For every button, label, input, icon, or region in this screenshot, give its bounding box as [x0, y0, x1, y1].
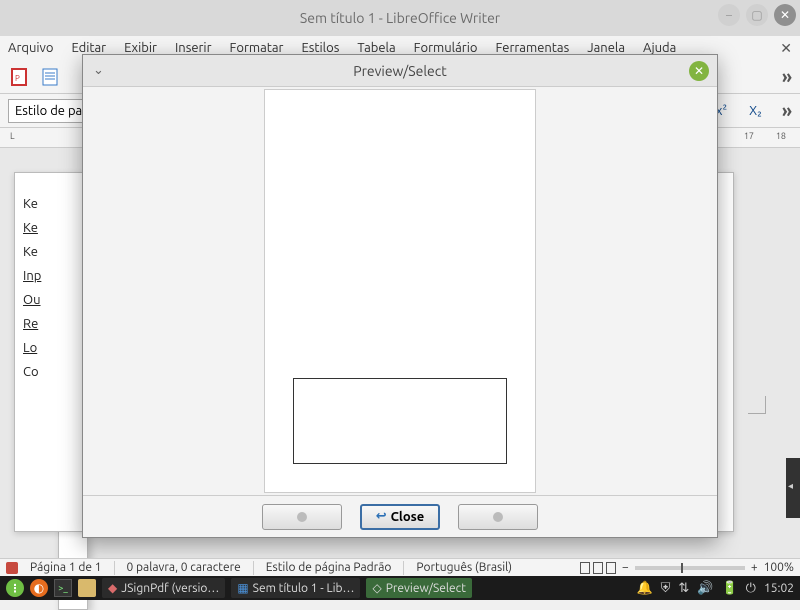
menu-form[interactable]: Formulário: [414, 41, 478, 55]
taskbar-label: Sem título 1 - Lib…: [253, 582, 355, 595]
status-page[interactable]: Página 1 de 1: [30, 561, 102, 574]
zoom-slider[interactable]: [635, 566, 745, 570]
window-titlebar: Sem título 1 - LibreOffice Writer – ▢ ✕: [0, 0, 800, 36]
writer-icon: ▦: [237, 581, 248, 595]
toolbar-overflow-icon[interactable]: »: [782, 67, 792, 87]
dialog-collapse-icon[interactable]: ⌄: [93, 63, 104, 78]
menu-window[interactable]: Janela: [587, 41, 625, 55]
taskbar-app-preview[interactable]: ◇ Preview/Select: [366, 578, 471, 598]
menu-view[interactable]: Exibir: [124, 41, 157, 55]
ruler-tick-18: 18: [776, 131, 786, 141]
taskbar-app-writer[interactable]: ▦ Sem título 1 - Lib…: [231, 578, 360, 598]
formatting-overflow-icon[interactable]: »: [782, 101, 792, 121]
zoom-controls: − + 100%: [580, 561, 794, 574]
save-status-icon[interactable]: [6, 562, 18, 574]
preview-select-dialog: ⌄ Preview/Select ✕ ↩ Close: [82, 54, 718, 538]
svg-text:P: P: [15, 74, 20, 83]
menu-file[interactable]: Arquivo: [8, 41, 53, 55]
minimize-button[interactable]: –: [718, 4, 740, 26]
terminal-launcher[interactable]: >_: [54, 579, 72, 597]
preview-page[interactable]: [264, 89, 536, 493]
battery-icon[interactable]: 🔋: [721, 581, 737, 596]
status-bar: Página 1 de 1 0 palavra, 0 caractere Est…: [0, 558, 800, 576]
close-arrow-icon: ↩: [376, 509, 387, 524]
subscript-button[interactable]: X₂: [749, 104, 762, 118]
signature-rectangle[interactable]: [293, 378, 507, 464]
files-launcher[interactable]: [78, 579, 96, 597]
status-page-style[interactable]: Estilo de página Padrão: [266, 561, 392, 574]
status-separator: [253, 561, 254, 575]
taskbar-label: Preview/Select: [386, 582, 466, 595]
firefox-launcher[interactable]: ◐: [30, 579, 48, 597]
window-controls: – ▢ ✕: [718, 4, 796, 26]
document-icon[interactable]: [38, 65, 62, 89]
status-separator: [114, 561, 115, 575]
network-icon[interactable]: ⇅: [678, 581, 689, 596]
close-document-icon[interactable]: ✕: [780, 40, 792, 57]
taskbar-app-jsignpdf[interactable]: ◆ JSignPdf (versio…: [102, 578, 225, 598]
page-corner-mark: [748, 396, 766, 414]
zoom-percent[interactable]: 100%: [764, 561, 794, 574]
menu-styles[interactable]: Estilos: [301, 41, 339, 55]
taskbar-label: JSignPdf (versio…: [121, 582, 219, 595]
volume-icon[interactable]: 🔊: [697, 581, 713, 596]
shield-icon[interactable]: ⛨: [661, 581, 671, 596]
zoom-out-button[interactable]: −: [622, 561, 629, 574]
menu-format[interactable]: Formatar: [230, 41, 284, 55]
window-title: Sem título 1 - LibreOffice Writer: [300, 10, 500, 26]
close-window-button[interactable]: ✕: [774, 4, 796, 26]
pdf-export-icon[interactable]: P: [8, 65, 32, 89]
ruler-left-mark: L: [10, 131, 15, 141]
power-icon[interactable]: ⏻: [746, 581, 756, 596]
system-taskbar: ⋮ ◐ >_ ◆ JSignPdf (versio… ▦ Sem título …: [0, 576, 800, 600]
dialog-footer: ↩ Close: [83, 495, 717, 537]
menu-table[interactable]: Tabela: [357, 41, 395, 55]
menu-tools[interactable]: Ferramentas: [495, 41, 569, 55]
dialog-body: [83, 87, 717, 495]
status-separator: [403, 561, 404, 575]
view-mode-icons[interactable]: [580, 562, 616, 574]
ruler-tick-17: 17: [744, 131, 754, 141]
system-tray: 🔔 ⛨ ⇅ 🔊 🔋 ⏻ 15:02: [636, 581, 794, 596]
maximize-button[interactable]: ▢: [746, 4, 768, 26]
java-icon: ◇: [372, 581, 381, 595]
close-button[interactable]: ↩ Close: [360, 504, 440, 530]
start-menu-button[interactable]: ⋮: [6, 579, 24, 597]
dialog-title: Preview/Select: [353, 63, 447, 79]
clock[interactable]: 15:02: [764, 582, 794, 595]
sidebar-toggle[interactable]: [786, 458, 800, 518]
pdf-icon: ◆: [108, 581, 117, 595]
menu-edit[interactable]: Editar: [71, 41, 106, 55]
menu-insert[interactable]: Inserir: [175, 41, 212, 55]
status-wordcount[interactable]: 0 palavra, 0 caractere: [127, 561, 241, 574]
paragraph-style-label: Estilo de pa: [15, 104, 82, 118]
dialog-close-button[interactable]: ✕: [689, 61, 709, 81]
zoom-in-button[interactable]: +: [751, 561, 758, 574]
prev-page-button[interactable]: [262, 504, 342, 530]
next-page-button[interactable]: [458, 504, 538, 530]
notification-icon[interactable]: 🔔: [636, 581, 652, 596]
dialog-header: ⌄ Preview/Select ✕: [83, 55, 717, 87]
status-language[interactable]: Português (Brasil): [416, 561, 512, 574]
menu-help[interactable]: Ajuda: [643, 41, 676, 55]
close-button-label: Close: [391, 510, 425, 524]
